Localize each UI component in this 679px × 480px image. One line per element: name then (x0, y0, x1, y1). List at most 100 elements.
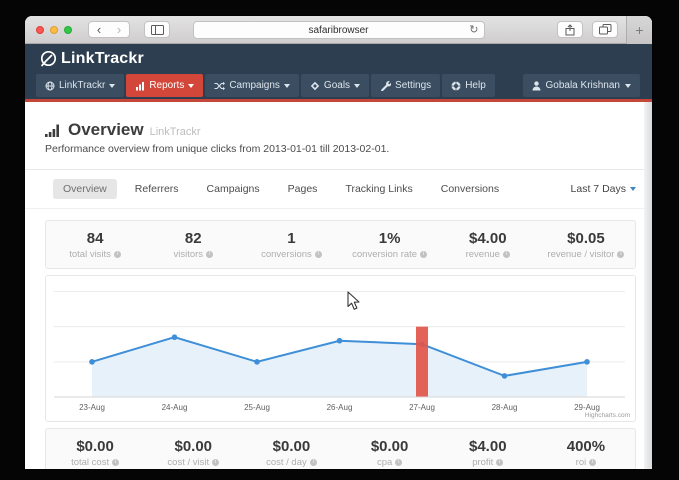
nav-item-campaigns[interactable]: Campaigns (205, 74, 299, 97)
site-header: LinkTrackr (25, 44, 652, 74)
stat-value: 82 (144, 230, 242, 247)
tab-referrers[interactable]: Referrers (125, 179, 189, 199)
nav-label: Goals (324, 80, 350, 91)
nav-item-help[interactable]: Help (442, 74, 495, 97)
report-tabs: Overview Referrers Campaigns Pages Track… (25, 170, 652, 209)
chart-credit[interactable]: Highcharts.com (585, 412, 630, 419)
stat-profit: $4.00 profit (439, 438, 537, 468)
stat-value: $4.00 (439, 230, 537, 247)
user-name: Gobala Krishnan (546, 80, 621, 91)
stat-total-visits: 84 total visits (46, 230, 144, 260)
info-icon[interactable] (395, 459, 402, 466)
address-bar[interactable]: safaribrowser ↻ (193, 21, 485, 39)
nav-label: Help (465, 80, 486, 91)
zoom-window-button[interactable] (64, 26, 72, 34)
tab-campaigns[interactable]: Campaigns (197, 179, 270, 199)
svg-text:26-Aug: 26-Aug (327, 403, 353, 412)
info-icon[interactable] (206, 251, 213, 258)
scrollbar-track[interactable] (644, 102, 652, 469)
nav-label: Campaigns (229, 80, 280, 91)
traffic-lights (36, 26, 72, 34)
bar-chart-icon (135, 81, 145, 91)
stat-visitors: 82 visitors (144, 230, 242, 260)
stat-cost-per-visit: $0.00 cost / visit (144, 438, 242, 468)
browser-window: ‹ › safaribrowser ↻ (25, 16, 652, 469)
stat-label: cost / day (266, 457, 307, 468)
stat-conversion-rate: 1% conversion rate (341, 230, 439, 260)
plus-icon: + (635, 22, 643, 38)
stat-conversions: 1 conversions (242, 230, 340, 260)
chevron-down-icon (630, 187, 636, 191)
tab-tracking-links[interactable]: Tracking Links (335, 179, 422, 199)
stat-revenue: $4.00 revenue (439, 230, 537, 260)
nav-item-goals[interactable]: Goals (301, 74, 369, 97)
svg-text:24-Aug: 24-Aug (162, 403, 188, 412)
forward-button[interactable]: › (109, 23, 129, 36)
highcharts-area-chart[interactable]: 23-Aug24-Aug25-Aug26-Aug27-Aug28-Aug29-A… (46, 276, 635, 422)
chevron-down-icon (354, 84, 360, 88)
stat-roi: 400% roi (537, 438, 635, 468)
address-bar-text: safaribrowser (308, 25, 368, 36)
new-tab-button[interactable]: + (626, 16, 652, 44)
stat-label: conversion rate (352, 249, 417, 260)
user-menu-button[interactable]: Gobala Krishnan (523, 74, 641, 97)
info-icon[interactable] (420, 251, 427, 258)
stat-cpa: $0.00 cpa (341, 438, 439, 468)
tab-overview[interactable]: Overview (53, 179, 117, 199)
visits-chart-panel: 23-Aug24-Aug25-Aug26-Aug27-Aug28-Aug29-A… (45, 275, 636, 422)
stat-label: cpa (377, 457, 392, 468)
page-title-suffix: LinkTrackr (150, 126, 201, 138)
stat-label: total visits (69, 249, 111, 260)
stat-value: 1% (341, 230, 439, 247)
info-icon[interactable] (310, 459, 317, 466)
stat-value: $0.00 (242, 438, 340, 455)
stat-value: 1 (242, 230, 340, 247)
share-icon (565, 24, 575, 36)
info-icon[interactable] (212, 459, 219, 466)
stat-label: profit (472, 457, 493, 468)
chevron-down-icon (109, 84, 115, 88)
tab-conversions[interactable]: Conversions (431, 179, 509, 199)
stat-cost-per-day: $0.00 cost / day (242, 438, 340, 468)
back-button[interactable]: ‹ (89, 23, 109, 36)
stat-label: visitors (173, 249, 203, 260)
info-icon[interactable] (503, 251, 510, 258)
nav-label: Reports (149, 80, 184, 91)
stat-total-cost: $0.00 total cost (46, 438, 144, 468)
stat-value: $0.00 (144, 438, 242, 455)
close-window-button[interactable] (36, 26, 44, 34)
info-icon[interactable] (315, 251, 322, 258)
minimize-window-button[interactable] (50, 26, 58, 34)
share-button[interactable] (557, 21, 583, 38)
info-icon[interactable] (112, 459, 119, 466)
svg-text:23-Aug: 23-Aug (79, 403, 105, 412)
stat-value: $0.05 (537, 230, 635, 247)
svg-text:25-Aug: 25-Aug (244, 403, 270, 412)
nav-item-reports[interactable]: Reports (126, 74, 203, 97)
info-icon[interactable] (617, 251, 624, 258)
info-icon[interactable] (114, 251, 121, 258)
reload-button[interactable]: ↻ (469, 23, 478, 36)
stats-panel-top: 84 total visits 82 visitors 1 conversion… (45, 220, 636, 269)
help-icon (451, 81, 461, 91)
tab-overview-button[interactable] (592, 21, 618, 38)
stat-label: conversions (261, 249, 312, 260)
globe-icon (45, 81, 55, 91)
sidebar-toggle-button[interactable] (144, 21, 170, 38)
browser-toolbar: ‹ › safaribrowser ↻ (25, 16, 652, 44)
nav-item-settings[interactable]: Settings (371, 74, 440, 97)
page-subtitle: Performance overview from unique clicks … (45, 143, 636, 155)
info-icon[interactable] (589, 459, 596, 466)
tab-pages[interactable]: Pages (278, 179, 328, 199)
stat-value: $4.00 (439, 438, 537, 455)
nav-item-linktrackr[interactable]: LinkTrackr (36, 74, 124, 97)
brand-logo[interactable]: LinkTrackr (39, 50, 144, 68)
stat-label: revenue (466, 249, 500, 260)
info-icon[interactable] (496, 459, 503, 466)
user-icon (532, 81, 541, 91)
main-navbar: LinkTrackr Reports Campaigns (25, 74, 652, 99)
stat-label: cost / visit (167, 457, 209, 468)
stat-label: revenue / visitor (547, 249, 614, 260)
nav-label: LinkTrackr (59, 80, 105, 91)
date-range-selector[interactable]: Last 7 Days (571, 183, 636, 195)
